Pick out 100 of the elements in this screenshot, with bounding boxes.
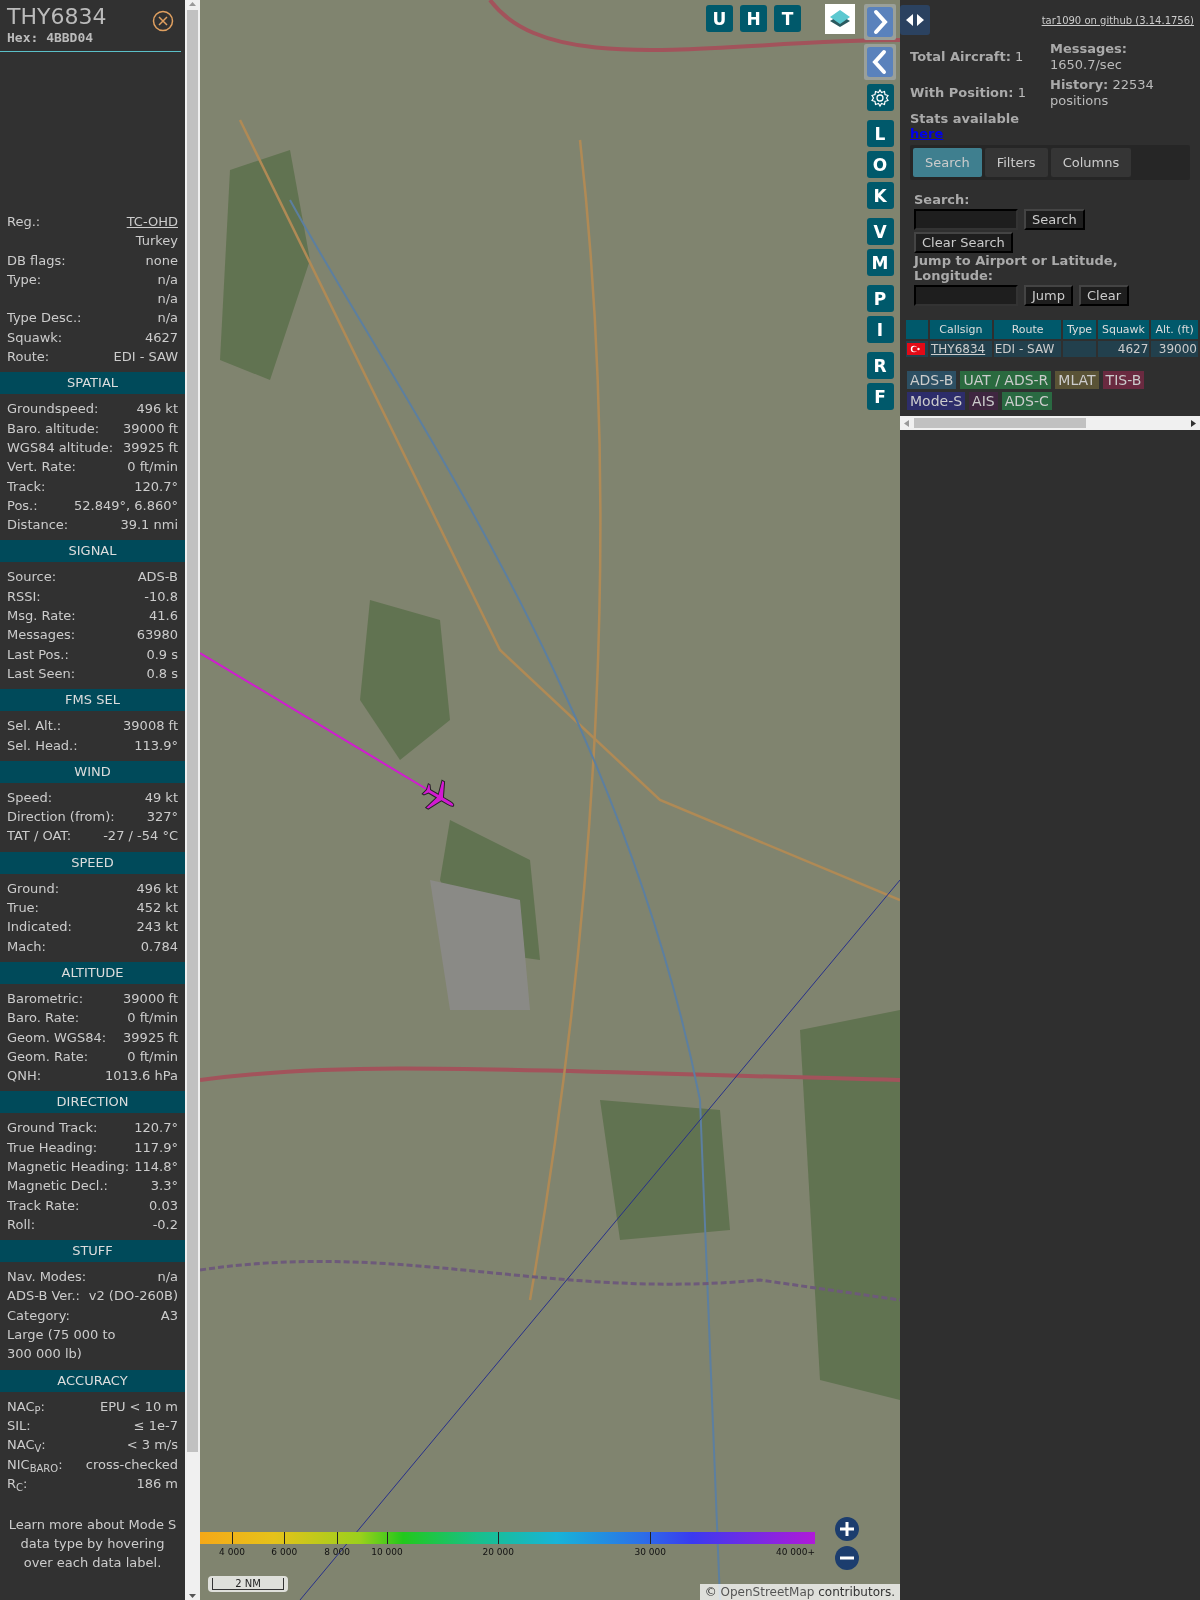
field-value: 114.8° xyxy=(134,1158,178,1176)
section-header: STUFF xyxy=(0,1240,185,1263)
tab[interactable]: Columns xyxy=(1050,148,1132,177)
field-label: TAT / OAT: xyxy=(7,827,72,846)
zoom-in-icon[interactable] xyxy=(834,1516,860,1542)
forward-button[interactable] xyxy=(864,4,896,40)
field-label: Last Seen: xyxy=(7,664,76,683)
field-value: 39008 ft xyxy=(123,717,178,736)
field-value: 39925 ft xyxy=(123,1028,178,1047)
field-label: NAC$_{P}$: xyxy=(7,1397,45,1416)
field-label: Magnetic Decl.: xyxy=(7,1177,108,1196)
field-label: Search: xyxy=(914,192,971,207)
field-label: Category: xyxy=(7,1306,70,1325)
jump-field[interactable] xyxy=(914,285,1018,306)
zoom-out-icon[interactable] xyxy=(834,1545,860,1571)
map-button[interactable]: M xyxy=(866,249,894,276)
field-label: Messages: xyxy=(7,626,76,645)
map-button[interactable]: I xyxy=(866,316,894,343)
field-value: -27 / -54 °C xyxy=(103,827,178,846)
source-tag: ADS-C xyxy=(1001,392,1052,410)
field-label: Distance: xyxy=(7,516,69,535)
field-value: 0.8 s xyxy=(146,664,178,683)
column-header[interactable]: Route xyxy=(993,320,1062,339)
scrollbar[interactable] xyxy=(900,416,1200,430)
field-value: 63980 xyxy=(136,626,178,645)
field-label: Mach: xyxy=(7,937,46,956)
stat-text: History: 22534 positions xyxy=(1050,77,1155,109)
field-label: Nav. Modes: xyxy=(7,1268,87,1287)
scroll-right-icon[interactable] xyxy=(1190,418,1197,428)
field-label: Type Desc.: xyxy=(7,309,82,328)
field-label: NIC$_{BARO}$: xyxy=(7,1455,63,1474)
field-value: 0.03 xyxy=(149,1196,178,1215)
section-header: DIRECTION xyxy=(0,1091,185,1114)
field-label: Sel. Head.: xyxy=(7,736,78,755)
scale-label: 4 000 xyxy=(219,1547,245,1557)
form-button[interactable]: Clear xyxy=(1079,285,1129,306)
field-value: ≤ 1e-7 xyxy=(133,1416,178,1435)
field-label: Route: xyxy=(7,348,50,367)
field-label: Baro. altitude: xyxy=(7,419,100,438)
map-button[interactable]: U xyxy=(706,5,733,32)
form-button[interactable]: Jump xyxy=(1024,285,1073,306)
tab[interactable]: Filters xyxy=(984,148,1048,177)
field-value: 452 kt xyxy=(136,899,178,917)
close-icon[interactable] xyxy=(152,10,174,32)
version-link[interactable]: tar1090 on github (3.14.1756) xyxy=(1041,15,1194,26)
field-label: ADS-B Ver.: xyxy=(7,1287,80,1306)
registration-link[interactable]: TC-OHD xyxy=(126,212,178,232)
scroll-up-icon[interactable] xyxy=(188,0,197,8)
field-label: Barometric: xyxy=(7,989,84,1008)
field-label: Baro. Rate: xyxy=(7,1009,80,1028)
scale-label: 30 000 xyxy=(634,1547,666,1557)
field-value: EPU < 10 m xyxy=(99,1397,178,1416)
field-value: n/a xyxy=(157,290,178,309)
map-button[interactable]: P xyxy=(866,285,894,312)
field-value: 4627 xyxy=(144,328,178,347)
scroll-down-icon[interactable] xyxy=(188,1592,197,1600)
settings-button[interactable] xyxy=(866,84,894,111)
field-value: 0 ft/min xyxy=(127,1009,178,1028)
field-value: -10.8 xyxy=(144,587,178,606)
panel-toggle-button[interactable] xyxy=(900,5,930,35)
map-button[interactable]: H xyxy=(740,5,767,32)
field-value: n/a xyxy=(157,309,178,328)
scroll-left-icon[interactable] xyxy=(903,418,910,428)
field-value: ADS-B xyxy=(137,568,178,587)
map-button[interactable]: R xyxy=(866,352,894,379)
column-header[interactable]: Squawk xyxy=(1097,320,1150,339)
map-button[interactable]: T xyxy=(774,5,801,32)
section-header: WIND xyxy=(0,760,185,783)
field-value: 0.9 s xyxy=(146,645,178,664)
source-tag: UAT / ADS-R xyxy=(960,371,1052,389)
field-label: Large (75 000 to 300 000 lb) xyxy=(7,1326,117,1364)
column-header[interactable]: Callsign xyxy=(929,320,992,339)
field-value: cross-checked xyxy=(85,1455,178,1474)
help-note: Learn more about Mode S data type by hovering over each data label. xyxy=(7,1516,178,1573)
stats-label: Stats available xyxy=(910,111,1020,126)
scrollbar[interactable] xyxy=(185,0,200,1600)
field-label: SIL: xyxy=(7,1416,31,1435)
field-label: QNH: xyxy=(7,1067,42,1086)
map-button[interactable]: F xyxy=(866,383,894,410)
field-value: 120.7° xyxy=(134,477,178,496)
search-field[interactable] xyxy=(914,209,1018,230)
back-button[interactable] xyxy=(864,44,896,80)
field-label: Roll: xyxy=(7,1215,35,1234)
field-value: 113.9° xyxy=(134,736,178,755)
field-value: < 3 m/s xyxy=(126,1436,178,1455)
map-button[interactable]: V xyxy=(866,218,894,245)
column-header[interactable]: Type xyxy=(1063,320,1096,339)
map-button[interactable]: O xyxy=(866,151,894,178)
field-value: 39925 ft xyxy=(123,438,178,457)
attribution-link[interactable]: OpenStreetMap xyxy=(720,1585,815,1599)
column-header[interactable]: Alt. (ft) xyxy=(1151,320,1198,339)
layers-button[interactable] xyxy=(825,4,855,34)
clear-search-button[interactable]: Clear Search xyxy=(914,232,1013,253)
map-button[interactable]: L xyxy=(866,120,894,147)
stat-text: Messages: 1650.7/sec xyxy=(1050,41,1129,73)
field-value: 496 kt xyxy=(136,879,178,898)
table-cell: 39000 xyxy=(1151,341,1198,357)
search-button[interactable]: Search xyxy=(1024,209,1085,230)
callsign-title: THY6834 xyxy=(7,4,107,30)
map-button[interactable]: K xyxy=(866,182,894,209)
